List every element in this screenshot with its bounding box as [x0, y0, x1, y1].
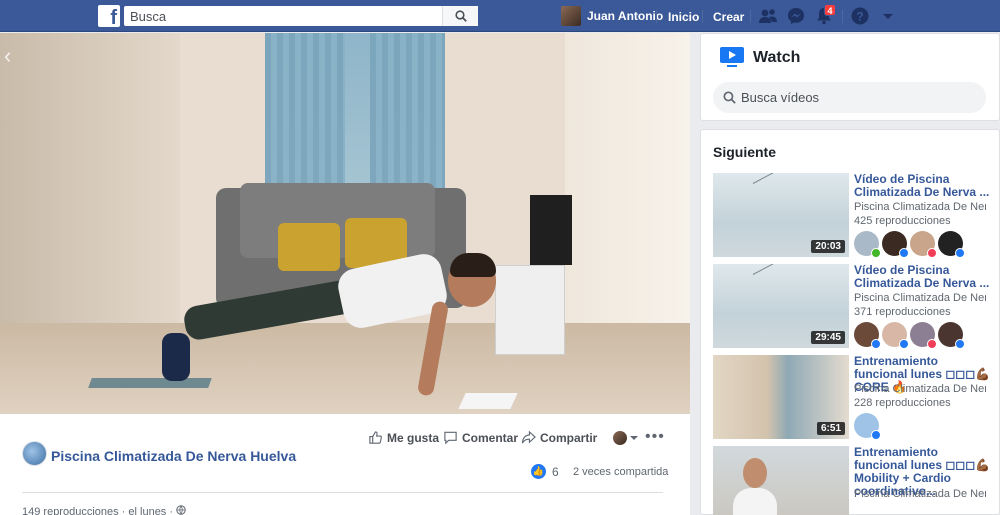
- reaction-icon: [955, 339, 965, 349]
- video-player[interactable]: ‹: [0, 33, 690, 414]
- thumbnail-cable: [752, 264, 849, 275]
- reaction-icon: [899, 339, 909, 349]
- nav-divider: [702, 10, 703, 23]
- nav-divider: [656, 10, 657, 23]
- avatar: [882, 322, 909, 349]
- nav-home-link[interactable]: Inicio: [668, 10, 699, 24]
- reaction-icon: [927, 339, 937, 349]
- comment-icon: [444, 431, 457, 445]
- video-duration: 6:51: [816, 422, 845, 435]
- video-frame-mat: [88, 378, 212, 388]
- avatar: [910, 322, 937, 349]
- video-frame-tv: [530, 195, 572, 265]
- video-frame-person: [162, 333, 190, 381]
- nav-create-link[interactable]: Crear: [713, 10, 744, 24]
- video-frame-paper: [458, 393, 518, 409]
- globe-icon: [176, 505, 186, 515]
- post-as-selector[interactable]: [613, 431, 638, 445]
- reaction-icon: [955, 248, 965, 258]
- page-name-link[interactable]: Piscina Climatizada De Nerva Huelva: [51, 448, 296, 464]
- top-navigation-bar: f Juan Antonio Inicio Crear 4 ?: [0, 0, 1000, 32]
- page-avatar[interactable]: [22, 441, 47, 466]
- avatar: [561, 6, 581, 26]
- watch-title[interactable]: Watch: [753, 49, 800, 67]
- share-count[interactable]: 2 veces compartida: [573, 466, 668, 478]
- reaction-icon: [871, 339, 881, 349]
- search-button[interactable]: [442, 6, 478, 26]
- views-and-date: 149 reproducciones · el lunes ·: [22, 506, 174, 515]
- nav-divider: [750, 10, 751, 23]
- video-thumbnail[interactable]: [713, 446, 849, 515]
- share-label: Compartir: [540, 430, 598, 445]
- video-frame-floor: [0, 323, 690, 414]
- like-label: Me gusta: [387, 430, 440, 445]
- notification-badge: 4: [824, 4, 836, 16]
- comment-button[interactable]: Comentar: [443, 430, 518, 445]
- caret-down-icon[interactable]: [878, 6, 898, 26]
- video-thumbnail[interactable]: 29:45: [713, 264, 849, 348]
- nav-divider: [842, 10, 843, 23]
- thumbnail-person: [733, 488, 777, 515]
- friends-icon[interactable]: [758, 6, 778, 26]
- video-channel[interactable]: Piscina Climatizada De Ner...: [854, 488, 986, 500]
- video-views: 371 reproducciones: [854, 306, 951, 318]
- avatar: [854, 231, 881, 258]
- avatar: [938, 231, 965, 258]
- thumbnail-cable: [752, 173, 849, 184]
- friends-who-viewed: [854, 231, 965, 258]
- reaction-icon: [899, 248, 909, 258]
- thumbs-up-icon: [369, 431, 382, 444]
- video-stats: 149 reproducciones · el lunes ·: [22, 505, 186, 515]
- user-name: Juan Antonio: [587, 9, 664, 23]
- reaction-count: 6: [552, 464, 559, 479]
- thumbnail-person: [743, 458, 767, 488]
- messenger-icon[interactable]: [786, 6, 806, 26]
- caret-down-icon: [630, 436, 638, 440]
- avatar: [613, 431, 627, 445]
- share-button[interactable]: Compartir: [521, 430, 597, 445]
- avatar: [854, 322, 881, 349]
- watch-play-icon: [720, 47, 744, 67]
- svg-text:?: ?: [856, 10, 863, 24]
- video-views: 228 reproducciones: [854, 397, 951, 409]
- up-next-heading: Siguiente: [713, 144, 777, 160]
- video-thumbnail[interactable]: 20:03: [713, 173, 849, 257]
- friends-who-viewed: [854, 413, 881, 440]
- reaction-icon: [871, 248, 881, 258]
- reaction-icon: [927, 248, 937, 258]
- video-duration: 29:45: [811, 331, 845, 344]
- search-icon: [723, 91, 736, 104]
- share-icon: [521, 430, 536, 444]
- video-channel[interactable]: Piscina Climatizada De Ner...: [854, 292, 986, 304]
- divider: [22, 492, 663, 493]
- reaction-icon: [871, 430, 881, 440]
- video-frame-pillow: [278, 223, 340, 271]
- video-channel[interactable]: Piscina Climatizada De Ner...: [854, 201, 986, 213]
- search-icon: [455, 10, 467, 22]
- video-search-input[interactable]: [713, 82, 986, 113]
- friends-who-viewed: [854, 322, 965, 349]
- video-thumbnail[interactable]: 6:51: [713, 355, 849, 439]
- avatar: [882, 231, 909, 258]
- facebook-logo[interactable]: f: [98, 5, 120, 27]
- like-button[interactable]: Me gusta: [368, 430, 439, 445]
- avatar: [854, 413, 881, 440]
- avatar: [938, 322, 965, 349]
- video-title-link[interactable]: Vídeo de Piscina Climatizada De Nerva ..…: [854, 173, 994, 199]
- comment-label: Comentar: [462, 430, 519, 445]
- video-frame-person: [450, 253, 496, 277]
- reactions-summary[interactable]: 👍 6: [531, 464, 559, 479]
- avatar: [910, 231, 937, 258]
- more-options-icon[interactable]: •••: [645, 428, 665, 446]
- chevron-left-icon[interactable]: ‹: [4, 43, 11, 69]
- profile-link[interactable]: Juan Antonio: [561, 6, 663, 26]
- video-views: 425 reproducciones: [854, 215, 951, 227]
- like-reaction-icon: 👍: [531, 464, 546, 479]
- video-duration: 20:03: [811, 240, 845, 253]
- video-channel[interactable]: Piscina Climatizada De Ner...: [854, 383, 986, 395]
- help-icon[interactable]: ?: [850, 6, 870, 26]
- video-frame-cabinet: [495, 265, 565, 355]
- video-title-link[interactable]: Vídeo de Piscina Climatizada De Nerva ..…: [854, 264, 994, 290]
- search-input[interactable]: [124, 6, 478, 26]
